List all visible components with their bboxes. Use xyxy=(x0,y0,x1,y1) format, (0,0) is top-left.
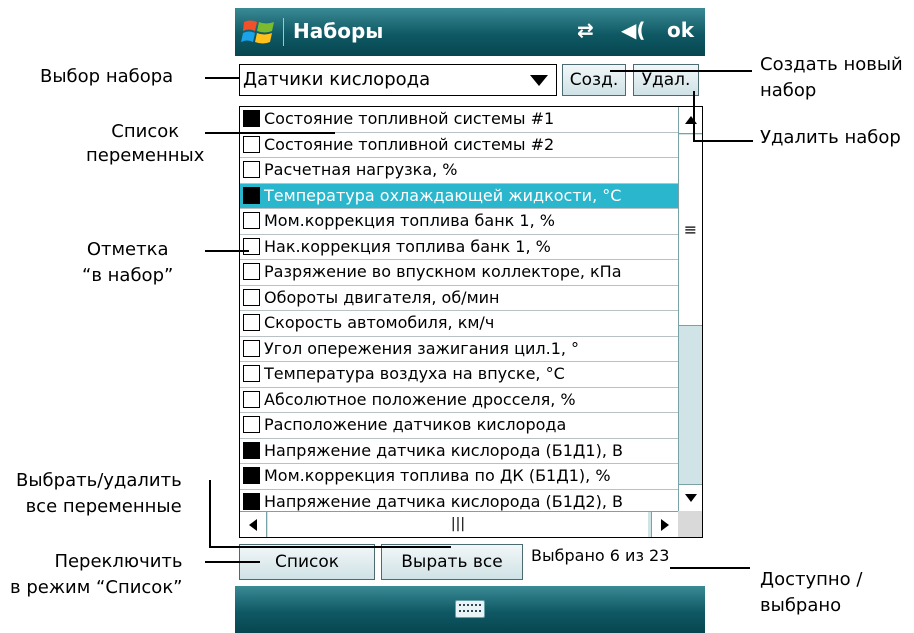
horizontal-scrollbar[interactable]: ||| xyxy=(240,511,678,537)
annotation-select-set: Выбор набора xyxy=(40,66,174,87)
variable-row[interactable]: Угол опережения зажигания цил.1, ° xyxy=(240,337,678,362)
horizontal-scroll-thumb[interactable]: ||| xyxy=(268,512,648,537)
variable-row[interactable]: Мом.коррекция топлива по ДК (Б1Д1), % xyxy=(240,464,678,490)
variable-row[interactable]: Разряжение во впускном коллекторе, кПа xyxy=(240,260,678,286)
connection-icon[interactable]: ⇄ xyxy=(577,18,594,42)
variable-row[interactable]: Состояние топливной системы #1 xyxy=(240,107,678,133)
annotation-available-selected: Доступно / выбрано xyxy=(760,569,863,616)
leader-line xyxy=(205,561,260,563)
variable-label: Нак.коррекция топлива банк 1, % xyxy=(264,236,551,256)
include-checkbox[interactable] xyxy=(243,110,260,127)
annotation-switch-mode: Переключить в режим “Список” xyxy=(10,551,183,598)
leader-line xyxy=(205,77,239,79)
scroll-right-icon[interactable] xyxy=(651,512,678,537)
set-selector-dropdown[interactable]: Датчики кислорода xyxy=(239,64,557,96)
variable-row[interactable]: Температура охлаждающей жидкости, °C xyxy=(240,183,678,209)
scroll-up-icon[interactable] xyxy=(679,107,702,134)
variable-row[interactable]: Обороты двигателя, об/мин xyxy=(240,286,678,311)
variable-label: Напряжение датчика кислорода (Б1Д1), В xyxy=(264,440,623,460)
scroll-down-icon[interactable] xyxy=(679,484,702,511)
include-checkbox[interactable] xyxy=(243,365,260,382)
variable-label: Скорость автомобиля, км/ч xyxy=(264,313,495,332)
variable-label: Состояние топливной системы #2 xyxy=(264,134,555,154)
annotation-create-set: Создать новый набор xyxy=(760,54,903,101)
title-separator xyxy=(283,18,284,46)
leader-line xyxy=(209,480,211,546)
variable-label: Расположение датчиков кислорода xyxy=(264,415,567,434)
annotation-variable-list: Список переменных xyxy=(86,121,205,166)
set-selector-value: Датчики кислорода xyxy=(243,69,431,90)
selection-status: Выбрано 6 из 23 xyxy=(531,546,670,565)
include-checkbox[interactable] xyxy=(243,441,260,459)
vertical-scroll-thumb[interactable]: ≡ xyxy=(679,135,702,326)
annotation-mark: Отметка “в набор” xyxy=(82,239,174,286)
include-checkbox[interactable] xyxy=(243,339,260,357)
leader-line xyxy=(670,567,750,569)
vertical-scrollbar[interactable]: ≡ xyxy=(678,107,702,511)
device-screen: Наборы ⇄ ◀︎( ok Датчики кислорода Созд. … xyxy=(235,8,705,633)
bottom-bar xyxy=(235,586,705,633)
variable-row[interactable]: Скорость автомобиля, км/ч xyxy=(240,311,678,337)
include-checkbox[interactable] xyxy=(243,288,260,306)
leader-line xyxy=(209,546,451,548)
variable-list-rows: Состояние топливной системы #1 Состояние … xyxy=(240,107,678,515)
volume-icon[interactable]: ◀︎( xyxy=(621,18,646,42)
variable-row[interactable]: Температура воздуха на впуске, °C xyxy=(240,362,678,388)
include-checkbox[interactable] xyxy=(243,492,260,510)
keyboard-icon[interactable] xyxy=(455,600,485,618)
include-checkbox[interactable] xyxy=(243,186,260,204)
leader-line xyxy=(693,91,695,141)
variable-row[interactable]: Расчетная нагрузка, % xyxy=(240,158,678,184)
include-checkbox[interactable] xyxy=(243,467,260,484)
variable-label: Температура охлаждающей жидкости, °C xyxy=(264,185,622,205)
variable-list[interactable]: Состояние топливной системы #1 Состояние … xyxy=(239,106,703,538)
variable-row[interactable]: Нак.коррекция топлива банк 1, % xyxy=(240,235,678,260)
variable-label: Разряжение во впускном коллекторе, кПа xyxy=(264,262,622,281)
variable-row[interactable]: Напряжение датчика кислорода (Б1Д1), В xyxy=(240,439,678,464)
leader-line xyxy=(610,70,752,72)
include-checkbox[interactable] xyxy=(243,416,260,433)
leader-line xyxy=(205,132,335,134)
variable-label: Обороты двигателя, об/мин xyxy=(264,287,500,307)
include-checkbox[interactable] xyxy=(243,161,260,178)
include-checkbox[interactable] xyxy=(243,390,260,408)
leader-line xyxy=(205,250,249,252)
variable-label: Напряжение датчика кислорода (Б1Д2), В xyxy=(264,491,623,511)
delete-set-button[interactable]: Удал. xyxy=(633,64,699,96)
variable-label: Состояние топливной системы #1 xyxy=(264,109,555,128)
annotation-select-all: Выбрать/удалить все переменные xyxy=(16,470,182,517)
variable-label: Температура воздуха на впуске, °C xyxy=(264,364,565,383)
select-all-button[interactable]: Вырать все xyxy=(381,544,523,580)
windows-logo-icon[interactable] xyxy=(241,14,277,50)
app-title: Наборы xyxy=(293,19,384,43)
variable-label: Абсолютное положение дросселя, % xyxy=(264,389,576,409)
ok-button[interactable]: ok xyxy=(667,18,694,42)
variable-label: Расчетная нагрузка, % xyxy=(264,160,458,179)
include-checkbox[interactable] xyxy=(243,135,260,153)
include-checkbox[interactable] xyxy=(243,314,260,331)
leader-line xyxy=(693,140,753,142)
create-set-button[interactable]: Созд. xyxy=(562,64,626,96)
title-bar: Наборы ⇄ ◀︎( ok xyxy=(235,8,705,56)
include-checkbox[interactable] xyxy=(243,237,260,255)
variable-row[interactable]: Абсолютное положение дросселя, % xyxy=(240,388,678,413)
variable-row[interactable]: Мом.коррекция топлива банк 1, % xyxy=(240,209,678,235)
include-checkbox[interactable] xyxy=(243,212,260,229)
annotation-delete-set: Удалить набор xyxy=(760,127,901,148)
include-checkbox[interactable] xyxy=(243,263,260,280)
chevron-down-icon xyxy=(530,75,548,86)
variable-row[interactable]: Расположение датчиков кислорода xyxy=(240,413,678,439)
variable-row[interactable]: Состояние топливной системы #2 xyxy=(240,133,678,158)
variable-label: Угол опережения зажигания цил.1, ° xyxy=(264,338,580,358)
variable-label: Мом.коррекция топлива банк 1, % xyxy=(264,211,555,230)
variable-label: Мом.коррекция топлива по ДК (Б1Д1), % xyxy=(264,466,611,485)
scroll-left-icon[interactable] xyxy=(240,512,267,537)
scrollbar-corner xyxy=(678,511,702,537)
